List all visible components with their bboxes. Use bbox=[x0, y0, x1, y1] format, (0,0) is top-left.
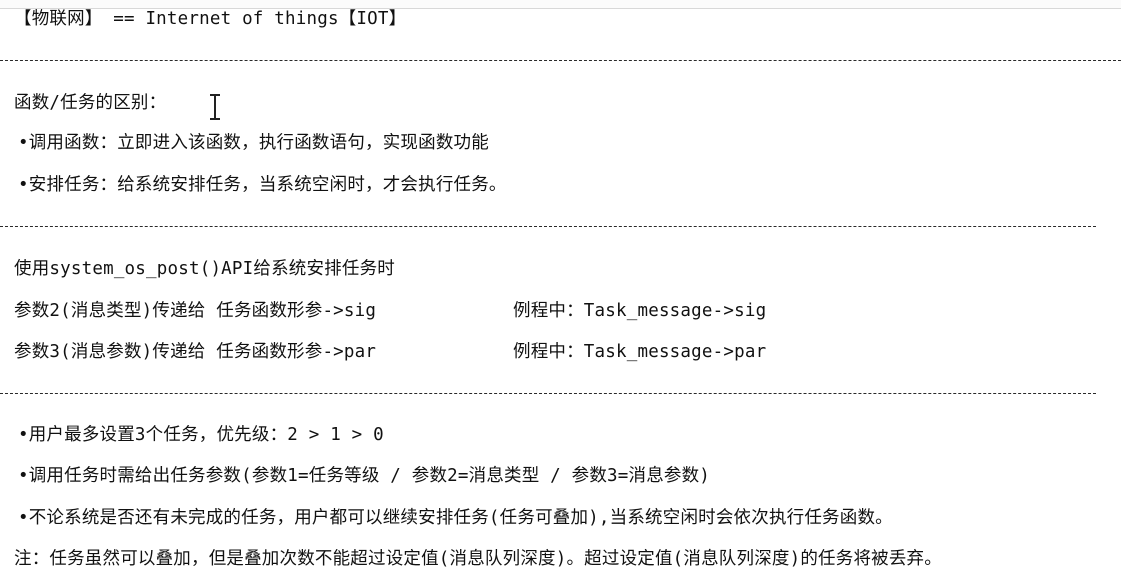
section3-note: 注：任务虽然可以叠加，但是叠加次数不能超过设定值(消息队列深度)。超过设定值(消… bbox=[14, 549, 942, 569]
section2-row-1-right: 例程中：Task_message->sig bbox=[513, 301, 767, 321]
section3-item-stackable: •不论系统是否还有未完成的任务，用户都可以继续安排任务(任务可叠加),当系统空闲… bbox=[18, 508, 893, 528]
document-title: 【物联网】 == Internet of things【IOT】 bbox=[14, 9, 407, 29]
section1-item-schedule-task: •安排任务：给系统安排任务，当系统空闲时，才会执行任务。 bbox=[18, 175, 507, 195]
section3-item-max-tasks: •用户最多设置3个任务，优先级：2 > 1 > 0 bbox=[18, 425, 384, 445]
divider-3 bbox=[0, 393, 1096, 394]
section1-heading: 函数/任务的区别： bbox=[14, 93, 167, 113]
section2-row-2-left: 参数3(消息参数)传递给 任务函数形参->par bbox=[14, 342, 377, 362]
section2-intro: 使用system_os_post()API给系统安排任务时 bbox=[14, 259, 395, 279]
divider-2 bbox=[0, 226, 1096, 227]
section2-row-2-right: 例程中：Task_message->par bbox=[513, 342, 767, 362]
section2-row-1-left: 参数2(消息类型)传递给 任务函数形参->sig bbox=[14, 301, 377, 321]
section1-item-call-function: •调用函数：立即进入该函数，执行函数语句，实现函数功能 bbox=[18, 133, 489, 153]
divider-1 bbox=[0, 60, 1121, 61]
section3-item-task-params: •调用任务时需给出任务参数(参数1=任务等级 / 参数2=消息类型 / 参数3=… bbox=[18, 466, 711, 486]
text-cursor-icon bbox=[210, 94, 220, 120]
